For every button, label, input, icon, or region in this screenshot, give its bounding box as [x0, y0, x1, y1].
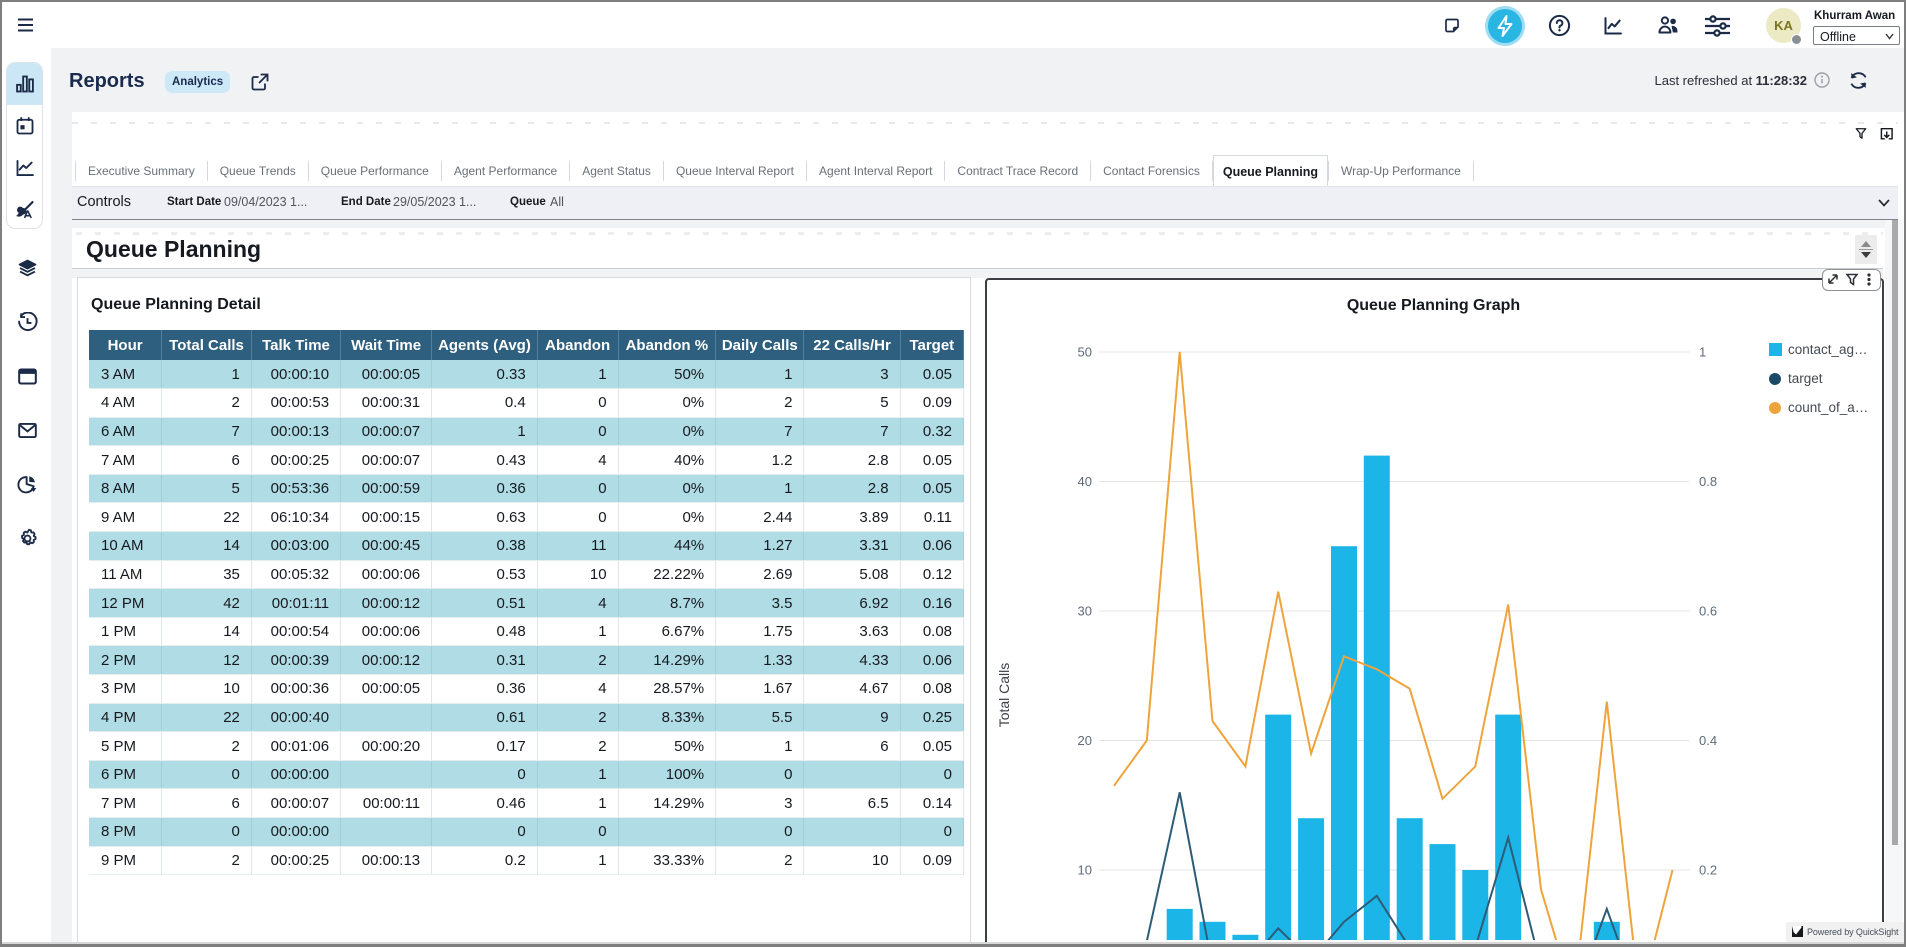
- svg-text:0.2: 0.2: [1699, 863, 1717, 878]
- svg-text:1: 1: [1699, 345, 1706, 360]
- svg-text:50: 50: [1078, 345, 1092, 360]
- svg-text:0.6: 0.6: [1699, 604, 1717, 619]
- svg-text:Total Calls: Total Calls: [996, 663, 1012, 728]
- svg-text:30: 30: [1078, 604, 1092, 619]
- svg-text:0.4: 0.4: [1699, 733, 1717, 748]
- svg-text:20: 20: [1078, 733, 1092, 748]
- svg-text:40: 40: [1078, 474, 1092, 489]
- svg-text:0.8: 0.8: [1699, 474, 1717, 489]
- svg-text:10: 10: [1078, 863, 1092, 878]
